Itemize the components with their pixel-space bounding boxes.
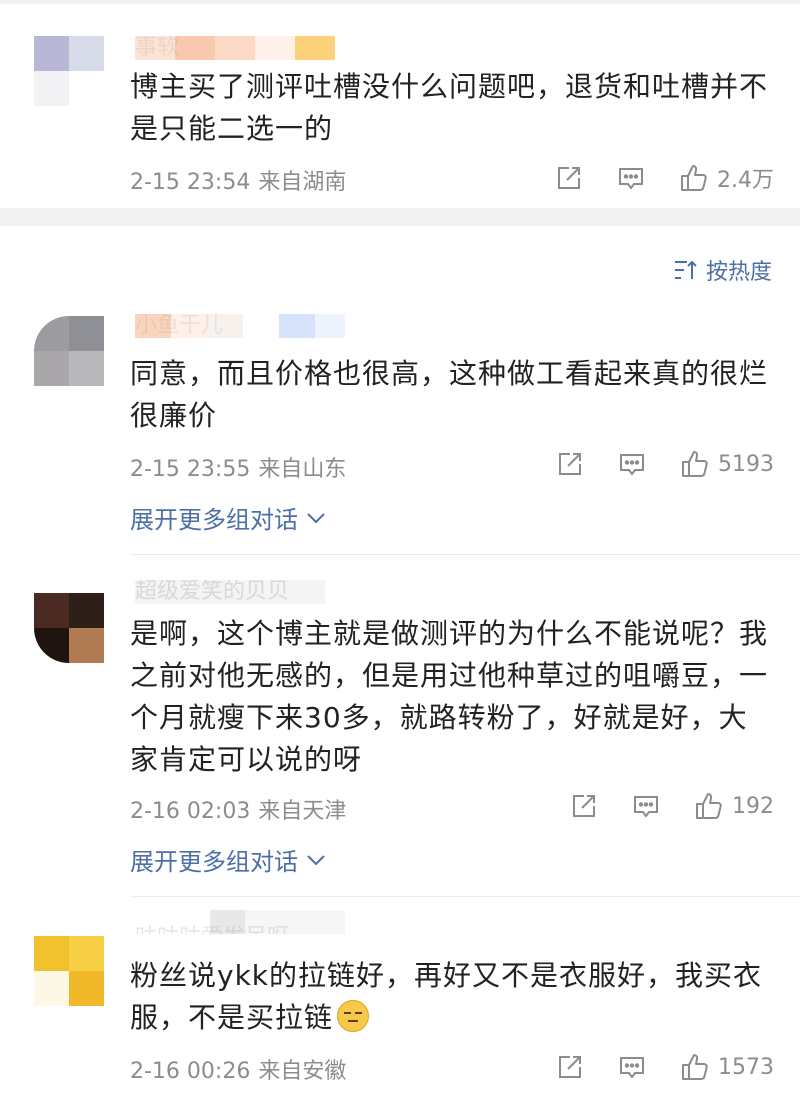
sort-label: 按热度: [705, 260, 772, 285]
comment-text: 博主买了测评吐槽没什么问题吧，退货和吐槽并不是只能二选一的: [130, 70, 769, 145]
comment-text: 粉丝说ykk的拉链好，再好又不是衣服好，我买衣服，不是买拉链: [130, 955, 770, 1039]
comment-location: 来自天津: [258, 799, 347, 824]
share-icon: [558, 167, 580, 189]
comment-icon: [620, 1057, 644, 1079]
reply-button[interactable]: [618, 1053, 646, 1081]
comment-date: 2-15 23:54: [130, 170, 251, 195]
comment-text-body: 粉丝说ykk的拉链好，再好又不是衣服好，我买衣服，不是买拉链: [130, 959, 763, 1034]
share-icon: [559, 453, 581, 475]
like-button[interactable]: 1573: [680, 1052, 774, 1082]
comment-actions: 5193: [522, 446, 774, 482]
comment-location: 来自山东: [258, 457, 347, 482]
username-text: 小鱼干儿: [135, 314, 224, 338]
chevron-down-icon: [307, 854, 325, 865]
comment-location: 来自安徽: [258, 1059, 347, 1084]
avatar[interactable]: [34, 36, 104, 106]
comment-actions: 1573: [522, 1049, 774, 1085]
share-button[interactable]: [556, 450, 584, 478]
comment-date: 2-15 23:55: [130, 457, 251, 482]
avatar[interactable]: [34, 936, 104, 1006]
grimace-emoji-icon: [337, 1000, 370, 1032]
expand-conversation-link[interactable]: 展开更多组对话: [130, 500, 326, 535]
like-button[interactable]: 2.4万: [679, 162, 774, 194]
section-divider: [0, 208, 800, 226]
share-button[interactable]: [555, 164, 583, 192]
comment-icon: [619, 168, 643, 190]
like-count: 5193: [718, 451, 774, 477]
share-button[interactable]: [556, 1053, 584, 1081]
reply-button[interactable]: [632, 792, 660, 820]
comment-location: 来自湖南: [258, 170, 347, 195]
share-button[interactable]: [570, 792, 598, 820]
comment-text: 同意，而且价格也很高，这种做工看起来真的很烂很廉价: [130, 357, 769, 432]
comment-actions: 2.4万: [521, 160, 774, 196]
comment-meta: 2-16 02:03 来自天津: [130, 793, 346, 825]
sort-icon: [674, 260, 697, 279]
chevron-down-icon: [307, 512, 325, 523]
username-text: 超级爱笑的贝贝: [135, 580, 290, 604]
like-icon: [682, 1054, 708, 1080]
comment-date: 2-16 02:03: [130, 799, 251, 824]
comment-date: 2-16 00:26: [130, 1059, 251, 1084]
username-text: 咕咕咕爱发呆呀: [135, 926, 289, 935]
avatar[interactable]: [34, 593, 104, 663]
like-icon: [681, 165, 707, 191]
comment-separator: [130, 554, 800, 555]
comment-icon: [634, 796, 658, 818]
reply-button[interactable]: [618, 450, 646, 478]
top-divider: [0, 0, 800, 4]
like-icon: [682, 451, 708, 477]
comment-meta: 2-15 23:55 来自山东: [130, 451, 346, 483]
comment-meta: 2-16 00:26 来自安徽: [130, 1053, 346, 1085]
comment-text: 是啊，这个博主就是做测评的为什么不能说呢？我之前对他无感的，但是用过他种草过的咀…: [130, 617, 769, 776]
username[interactable]: 超级爱笑的贝贝: [135, 580, 365, 604]
like-count: 1573: [718, 1054, 774, 1080]
share-icon: [573, 795, 595, 817]
like-icon: [696, 793, 722, 819]
comment-separator: [130, 896, 800, 897]
username-text: 事软: [135, 36, 180, 60]
expand-label: 展开更多组对话: [130, 506, 298, 534]
comment-icon: [620, 454, 644, 476]
comment-actions: 192: [536, 788, 774, 824]
like-count: 2.4万: [717, 168, 774, 193]
like-button[interactable]: 5193: [680, 449, 774, 479]
username[interactable]: 咕咕咕爱发呆呀: [135, 910, 365, 934]
username[interactable]: 事软: [135, 36, 365, 60]
share-icon: [559, 1056, 581, 1078]
like-count: 192: [732, 793, 774, 819]
reply-button[interactable]: [617, 164, 645, 192]
username[interactable]: 小鱼干儿: [135, 314, 365, 338]
like-button[interactable]: 192: [694, 791, 774, 821]
expand-conversation-link[interactable]: 展开更多组对话: [130, 842, 326, 877]
sort-button[interactable]: 按热度: [674, 254, 772, 286]
avatar[interactable]: [34, 316, 104, 386]
expand-label: 展开更多组对话: [130, 848, 298, 876]
comment-meta: 2-15 23:54 来自湖南: [130, 164, 346, 196]
